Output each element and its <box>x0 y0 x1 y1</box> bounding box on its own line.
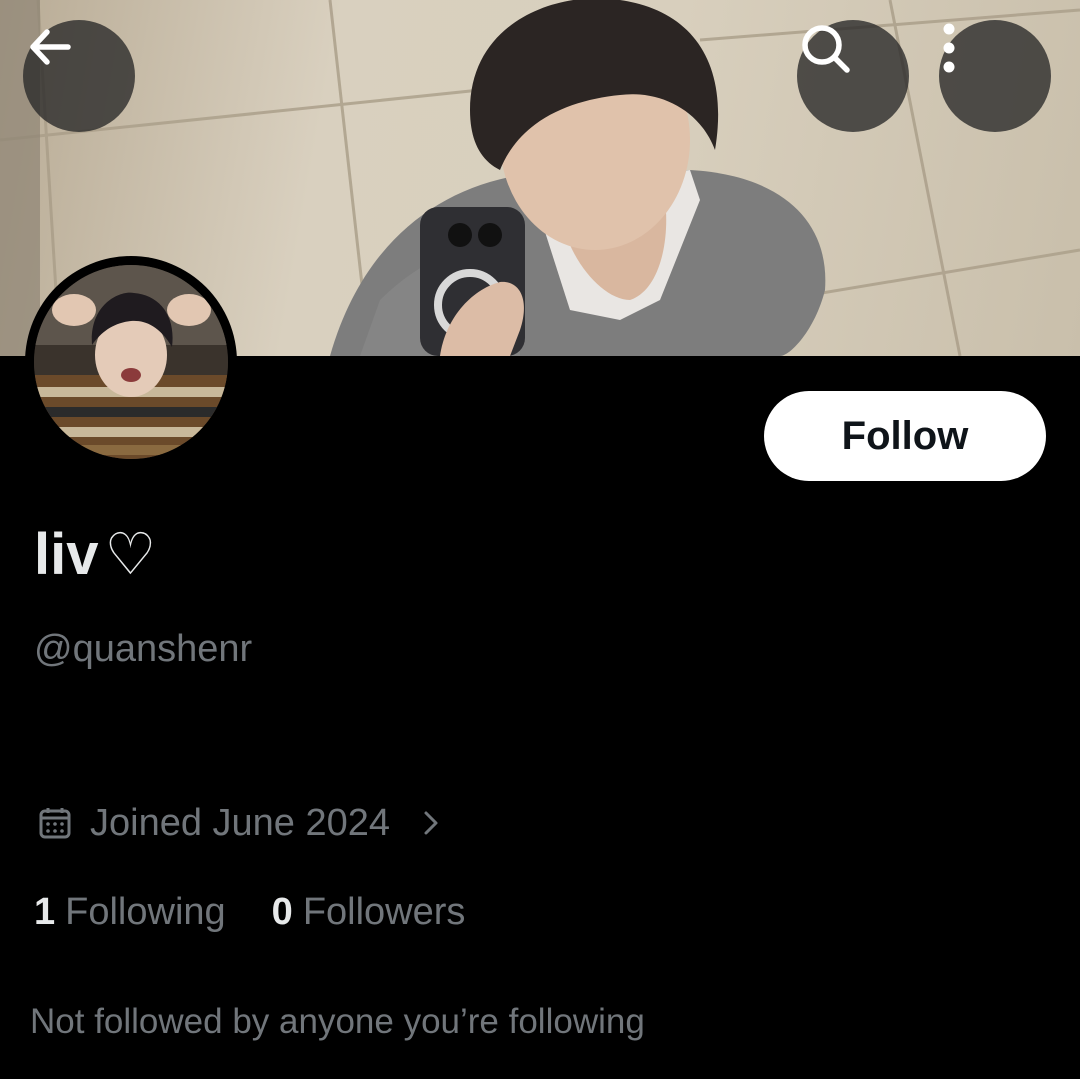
avatar-photo <box>34 265 228 459</box>
display-name-text: liv <box>34 522 99 587</box>
followers-count: 0 <box>271 890 293 933</box>
mutual-followers-note: Not followed by anyone you’re following <box>30 1002 645 1041</box>
display-name: liv ♡ <box>34 520 157 590</box>
followers-label: Followers <box>302 890 466 933</box>
following-label: Following <box>65 890 226 933</box>
following-count: 1 <box>34 890 56 933</box>
profile-avatar[interactable] <box>25 256 237 468</box>
joined-date-text: Joined June 2024 <box>90 801 391 844</box>
follow-stats: 1 Following 0 Followers <box>34 886 465 938</box>
chevron-right-icon <box>424 811 438 835</box>
profile-page: Follow liv ♡ @quanshenr Joined June 2024 … <box>0 0 1080 1079</box>
more-vertical-icon <box>943 23 955 73</box>
user-handle: @quanshenr <box>34 628 253 670</box>
search-icon <box>802 25 850 73</box>
joined-date-row[interactable]: Joined June 2024 <box>38 798 444 848</box>
follow-button[interactable]: Follow <box>764 391 1046 481</box>
heart-emoji: ♡ <box>104 522 157 587</box>
back-button[interactable] <box>23 20 135 132</box>
more-options-button[interactable] <box>939 20 1051 132</box>
arrow-left-icon <box>30 29 71 65</box>
calendar-icon <box>39 808 71 839</box>
search-button[interactable] <box>797 20 909 132</box>
followers-stat[interactable]: 0 Followers <box>272 891 466 934</box>
following-stat[interactable]: 1 Following <box>34 891 226 934</box>
